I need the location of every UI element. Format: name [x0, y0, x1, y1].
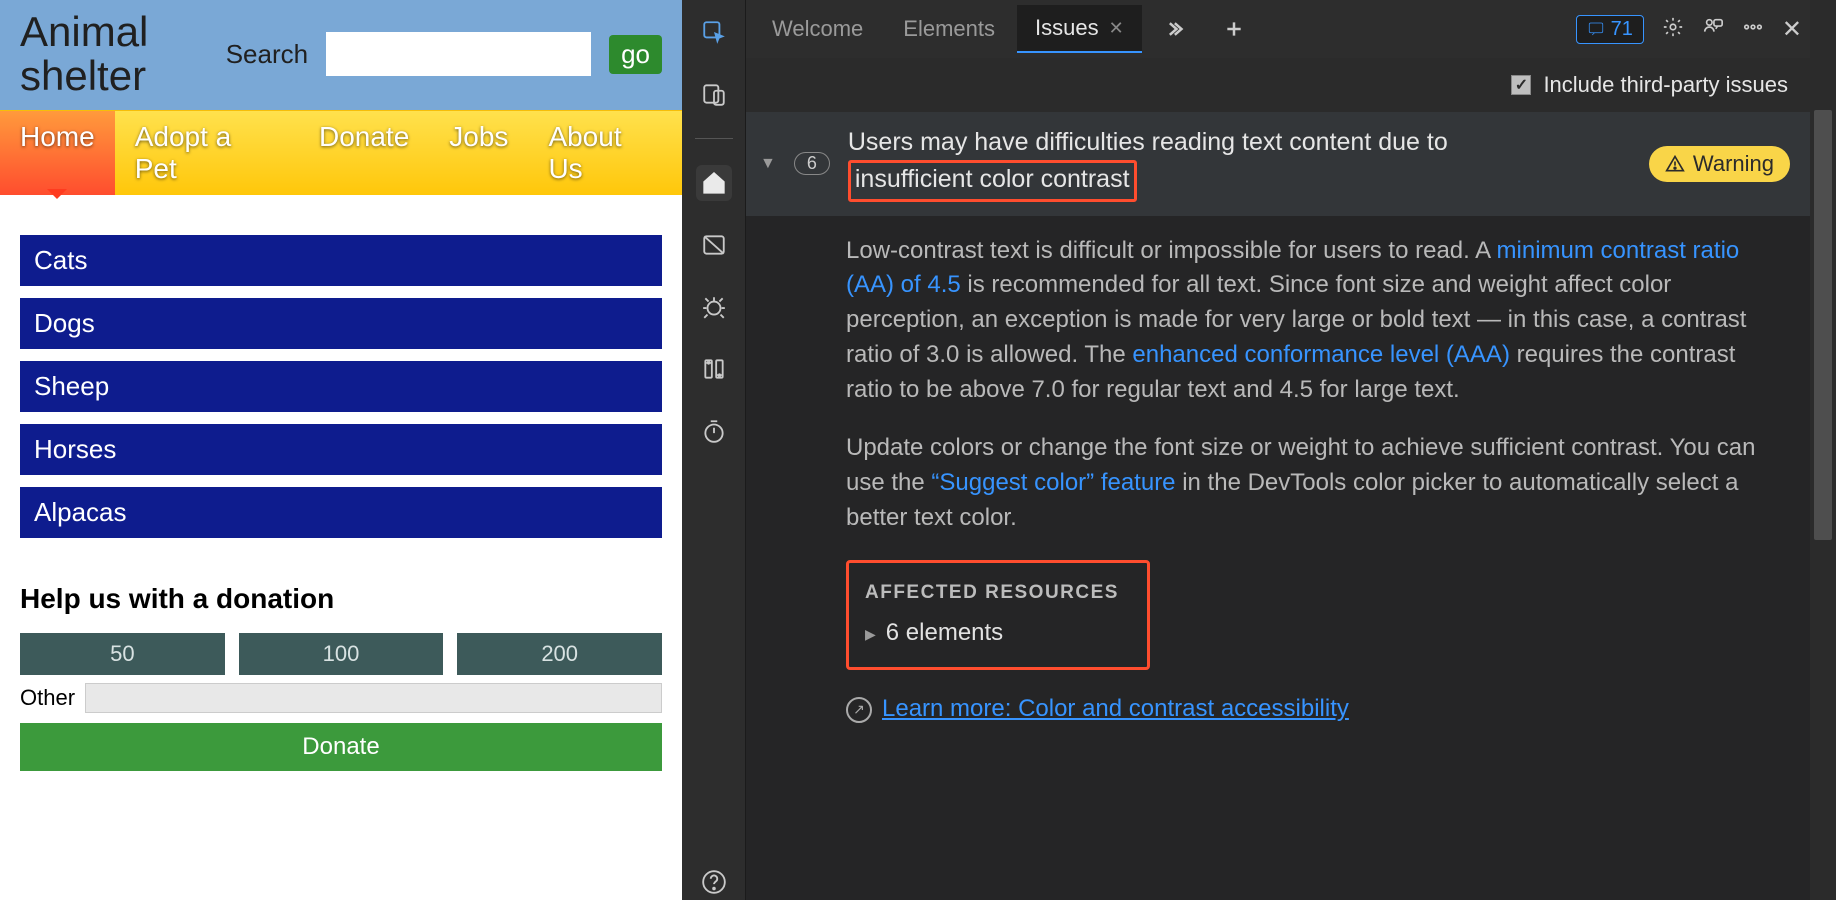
other-label: Other [20, 685, 75, 711]
list-item[interactable]: Horses [20, 424, 662, 475]
devtools-panel: Welcome Elements Issues ✕ 71 [746, 0, 1810, 900]
stopwatch-icon[interactable] [696, 413, 732, 449]
activity-bar [682, 0, 746, 900]
list-item[interactable]: Cats [20, 235, 662, 286]
device-icon[interactable] [696, 76, 732, 112]
nav-home[interactable]: Home [0, 111, 115, 195]
chevron-down-icon[interactable]: ▼ [760, 155, 776, 173]
issue-count-pill: 6 [794, 152, 830, 175]
other-amount-input[interactable] [85, 683, 662, 713]
contrast-aaa-link[interactable]: enhanced conformance level (AAA) [1132, 341, 1510, 368]
chevron-right-icon: ▶ [865, 624, 876, 644]
donation-amount-row: 50 100 200 [20, 633, 662, 675]
issue-header[interactable]: ▼ 6 Users may have difficulties reading … [746, 112, 1810, 216]
more-icon[interactable] [1742, 16, 1764, 43]
help-icon[interactable] [696, 864, 732, 900]
search-go-button[interactable]: go [609, 35, 662, 74]
search-input[interactable] [326, 32, 591, 76]
issue-title-highlight: insufficient color contrast [848, 160, 1137, 202]
list-item[interactable]: Alpacas [20, 487, 662, 538]
scrollbar[interactable] [1810, 0, 1836, 900]
donation-heading: Help us with a donation [20, 583, 662, 615]
scrollbar-thumb[interactable] [1814, 110, 1832, 540]
primary-nav: Home Adopt a Pet Donate Jobs About Us [0, 110, 682, 195]
swap-icon[interactable] [696, 351, 732, 387]
tab-issues[interactable]: Issues ✕ [1017, 5, 1142, 53]
list-item[interactable]: Dogs [20, 298, 662, 349]
feedback-icon[interactable] [1702, 16, 1724, 43]
devtools: Welcome Elements Issues ✕ 71 [682, 0, 1836, 900]
devtools-close-button[interactable]: ✕ [1782, 15, 1802, 44]
messages-count: 71 [1611, 18, 1633, 41]
search-group: Search go [226, 32, 662, 76]
issue-title: Users may have difficulties reading text… [848, 126, 1631, 202]
home-icon[interactable] [696, 165, 732, 201]
amount-100-button[interactable]: 100 [239, 633, 444, 675]
affected-elements-row[interactable]: ▶ 6 elements [865, 616, 1119, 651]
learn-more-row: ↗ Learn more: Color and contrast accessi… [846, 692, 1774, 727]
gear-icon[interactable] [1662, 16, 1684, 43]
nav-adopt[interactable]: Adopt a Pet [115, 111, 299, 195]
tab-issues-label: Issues [1035, 15, 1099, 41]
issue-paragraph: Low-contrast text is difficult or imposs… [846, 234, 1774, 408]
learn-more-link[interactable]: Learn more: Color and contrast accessibi… [882, 692, 1349, 727]
inspect-icon[interactable] [696, 14, 732, 50]
include-third-party-label: Include third-party issues [1543, 72, 1788, 98]
tabbar-right-icons: 71 ✕ [1576, 15, 1802, 44]
demo-site: Animal shelter Search go Home Adopt a Pe… [0, 0, 682, 900]
tab-welcome[interactable]: Welcome [754, 6, 881, 52]
amount-200-button[interactable]: 200 [457, 633, 662, 675]
nav-jobs[interactable]: Jobs [429, 111, 528, 195]
amount-50-button[interactable]: 50 [20, 633, 225, 675]
affected-resources-heading: AFFECTED RESOURCES [865, 579, 1119, 607]
issue-body: Low-contrast text is difficult or imposs… [746, 216, 1810, 748]
search-label: Search [226, 39, 308, 70]
new-tab-button[interactable] [1206, 9, 1262, 49]
nav-about[interactable]: About Us [528, 111, 682, 195]
site-header: Animal shelter Search go [0, 0, 682, 110]
more-tabs-button[interactable] [1146, 9, 1202, 49]
donation-other-row: Other [20, 683, 662, 713]
suggest-color-link[interactable]: “Suggest color” feature [931, 469, 1175, 496]
site-title: Animal shelter [20, 10, 226, 98]
donate-button[interactable]: Donate [20, 723, 662, 771]
issue-paragraph: Update colors or change the font size or… [846, 431, 1774, 535]
animal-list: Cats Dogs Sheep Horses Alpacas [20, 235, 662, 538]
warning-badge: Warning [1649, 146, 1790, 182]
close-icon[interactable]: ✕ [1109, 18, 1124, 39]
bug-icon[interactable] [696, 289, 732, 325]
devtools-tabbar: Welcome Elements Issues ✕ 71 [746, 0, 1810, 58]
activity-separator [695, 138, 733, 139]
site-content: Cats Dogs Sheep Horses Alpacas Help us w… [0, 195, 682, 791]
nav-donate[interactable]: Donate [299, 111, 429, 195]
image-off-icon[interactable] [696, 227, 732, 263]
list-item[interactable]: Sheep [20, 361, 662, 412]
external-link-icon: ↗ [846, 697, 872, 723]
affected-resources-box: AFFECTED RESOURCES ▶ 6 elements [846, 560, 1150, 670]
tab-elements[interactable]: Elements [885, 6, 1013, 52]
include-third-party-checkbox[interactable]: ✓ [1511, 75, 1531, 95]
issues-filter-bar: ✓ Include third-party issues [746, 58, 1810, 112]
messages-chip[interactable]: 71 [1576, 15, 1644, 44]
